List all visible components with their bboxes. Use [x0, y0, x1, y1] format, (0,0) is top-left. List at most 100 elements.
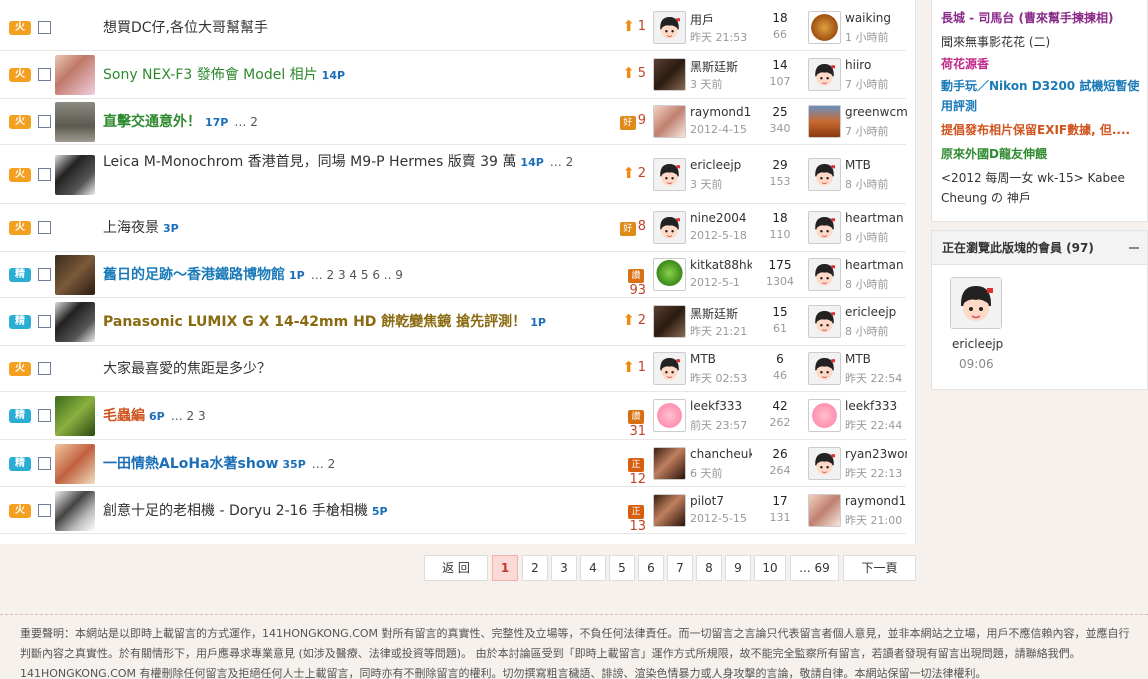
thread-checkbox[interactable]: [38, 115, 51, 128]
author-name[interactable]: pilot7: [690, 494, 752, 508]
author-name[interactable]: 黑斯廷斯: [690, 58, 752, 75]
user-avatar[interactable]: [653, 305, 686, 338]
thread-thumbnail[interactable]: [55, 491, 95, 531]
default-avatar-icon[interactable]: [653, 352, 686, 385]
last-poster-name[interactable]: raymond16: [845, 494, 907, 508]
sidebar-thread-link[interactable]: 長城 - 司馬台 (曹來幫手揀揀相): [941, 8, 1141, 28]
thread-title[interactable]: Panasonic LUMIX G X 14-42mm HD 餅乾變焦鏡 搶先評…: [103, 311, 603, 334]
thread-row[interactable]: 火 創意十足的老相機 - Doryu 2-16 手槍相機 5P 正13 pilot7 20…: [0, 487, 907, 534]
pager-page-11[interactable]: ... 69: [790, 555, 839, 581]
thread-thumbnail[interactable]: [55, 302, 95, 342]
thread-page-links[interactable]: … 2 3 4 5 6 .. 9: [311, 268, 403, 282]
user-avatar[interactable]: [653, 105, 686, 138]
user-avatar[interactable]: [808, 399, 841, 432]
thread-title[interactable]: 直擊交通意外！ 17P … 2: [103, 111, 603, 134]
thread-title[interactable]: 創意十足的老相機 - Doryu 2-16 手槍相機 5P: [103, 500, 603, 523]
last-poster-name[interactable]: ericleejp: [845, 305, 907, 319]
user-avatar[interactable]: [653, 494, 686, 527]
thread-page-links[interactable]: … 2 3: [171, 409, 206, 423]
pager-page-1[interactable]: 1: [492, 555, 518, 581]
thread-checkbox[interactable]: [38, 315, 51, 328]
thread-checkbox[interactable]: [38, 168, 51, 181]
last-poster-name[interactable]: ryan23wor: [845, 447, 907, 461]
user-avatar[interactable]: [653, 58, 686, 91]
thread-title[interactable]: Sony NEX-F3 發佈會 Model 相片 14P: [103, 64, 603, 87]
thread-title-text[interactable]: 想買DC仔,各位大哥幫幫手: [103, 20, 268, 36]
last-poster-name[interactable]: hiiro: [845, 58, 907, 72]
default-avatar-icon[interactable]: [808, 258, 841, 291]
last-poster-name[interactable]: heartman: [845, 211, 907, 225]
thread-title[interactable]: 毛蟲編 6P … 2 3: [103, 405, 603, 428]
author-name[interactable]: MTB: [690, 352, 752, 366]
author-name[interactable]: 用戶: [690, 11, 752, 28]
pager-page-4[interactable]: 4: [580, 555, 606, 581]
thread-checkbox[interactable]: [38, 21, 51, 34]
collapse-icon[interactable]: [1129, 247, 1139, 249]
thread-thumbnail[interactable]: [55, 396, 95, 436]
author-name[interactable]: nine2004: [690, 211, 752, 225]
thread-title[interactable]: 舊日的足跡～香港鐵路博物館 1P … 2 3 4 5 6 .. 9: [103, 264, 603, 287]
thread-page-links[interactable]: … 2: [550, 155, 573, 169]
pager-page-8[interactable]: 8: [696, 555, 722, 581]
pager-page-2[interactable]: 2: [522, 555, 548, 581]
pager-next-button[interactable]: 下一頁: [843, 555, 916, 581]
pager-prev-button[interactable]: 返 回: [424, 555, 488, 581]
default-avatar-icon[interactable]: [653, 211, 686, 244]
thread-checkbox[interactable]: [38, 409, 51, 422]
default-avatar-icon[interactable]: [653, 158, 686, 191]
thread-row[interactable]: 火直擊交通意外！17P… 2好9raymond162012-4-1525340g…: [0, 99, 907, 145]
user-avatar[interactable]: [808, 494, 841, 527]
last-poster-name[interactable]: leekf333: [845, 399, 907, 413]
default-avatar-icon[interactable]: [808, 58, 841, 91]
member-name[interactable]: ericleejp: [952, 337, 1003, 351]
default-avatar-icon[interactable]: [808, 158, 841, 191]
thread-checkbox[interactable]: [38, 221, 51, 234]
author-name[interactable]: chancheuk: [690, 447, 752, 461]
thread-title-text[interactable]: 上海夜景: [103, 220, 159, 236]
thread-row[interactable]: 火 Leica M-Monochrom 香港首見，同場 M9-P Hermes 版…: [0, 145, 906, 204]
author-name[interactable]: 黑斯廷斯: [690, 305, 752, 322]
default-avatar-icon[interactable]: [808, 305, 841, 338]
thread-row[interactable]: 火上海夜景 3P 好 8 nine2004 2012-5-18 18 110 heartman 8…: [0, 204, 906, 252]
thread-thumbnail[interactable]: [55, 444, 95, 484]
thread-title[interactable]: 上海夜景 3P: [103, 217, 603, 240]
user-avatar[interactable]: [653, 447, 686, 480]
thread-title-text[interactable]: 創意十足的老相機 - Doryu 2-16 手槍相機: [103, 503, 368, 519]
author-name[interactable]: leekf333: [690, 399, 752, 413]
thread-page-links[interactable]: … 2: [312, 457, 335, 471]
member-avatar[interactable]: [950, 277, 1002, 329]
sidebar-thread-link[interactable]: 聞來無事影花花 (二): [941, 32, 1141, 52]
default-avatar-icon[interactable]: [653, 11, 686, 44]
thread-title-text[interactable]: 毛蟲編: [103, 408, 145, 424]
thread-row[interactable]: 精毛蟲編 6P… 2 3 讚31 leekf333 前天 23:57 42 262 leekf…: [0, 392, 906, 440]
thread-thumbnail[interactable]: [55, 55, 95, 95]
thread-title[interactable]: 一田情熱ALoHa水著show 35P … 2: [103, 453, 603, 476]
pager-page-3[interactable]: 3: [551, 555, 577, 581]
user-avatar[interactable]: [653, 258, 686, 291]
thread-checkbox[interactable]: [38, 457, 51, 470]
thread-page-links[interactable]: … 2: [234, 115, 257, 129]
sidebar-thread-link[interactable]: 動手玩／Nikon D3200 試機短暫使用評測: [941, 76, 1141, 116]
sidebar-thread-link[interactable]: 荷花源香: [941, 54, 1141, 74]
user-avatar[interactable]: [653, 399, 686, 432]
pager-page-6[interactable]: 6: [638, 555, 664, 581]
thread-row[interactable]: 火想買DC仔,各位大哥幫幫手 ⬆ 1 用戶 昨天 21:53 18 66 waiking 1 小…: [0, 4, 906, 51]
thread-thumbnail[interactable]: [55, 102, 95, 142]
sidebar-thread-link[interactable]: <2012 每周一女 wk-15> Kabee Cheung の 神戶: [941, 168, 1141, 208]
sidebar-thread-link[interactable]: 提倡發布相片保留EXIF數據, 但....: [941, 120, 1141, 140]
thread-checkbox[interactable]: [38, 504, 51, 517]
thread-title[interactable]: 想買DC仔,各位大哥幫幫手: [103, 17, 603, 39]
pager-page-9[interactable]: 9: [725, 555, 751, 581]
thread-row[interactable]: 精 Panasonic LUMIX G X 14-42mm HD 餅乾變焦鏡 搶先…: [0, 298, 906, 346]
thread-title-text[interactable]: 大家最喜愛的焦距是多少？: [103, 361, 271, 377]
last-poster-name[interactable]: waiking: [845, 11, 907, 25]
thread-title-text[interactable]: 一田情熱ALoHa水著show: [103, 456, 278, 472]
thread-title-text[interactable]: Panasonic LUMIX G X 14-42mm HD 餅乾變焦鏡 搶先評…: [103, 314, 526, 330]
thread-row[interactable]: 火 Sony NEX-F3 發佈會 Model 相片 14P ⬆ 5 黑斯廷斯 3 天前 14…: [0, 51, 906, 99]
thread-title-text[interactable]: 直擊交通意外！: [103, 114, 201, 130]
default-avatar-icon[interactable]: [808, 352, 841, 385]
default-avatar-icon[interactable]: [808, 211, 841, 244]
last-poster-name[interactable]: MTB: [845, 352, 907, 366]
thread-title-text[interactable]: 舊日的足跡～香港鐵路博物館: [103, 267, 285, 283]
thread-row[interactable]: 火大家最喜愛的焦距是多少？ ⬆ 1 MTB 昨天 02:53 6 46 MTB 昨天 22:54: [0, 346, 906, 392]
